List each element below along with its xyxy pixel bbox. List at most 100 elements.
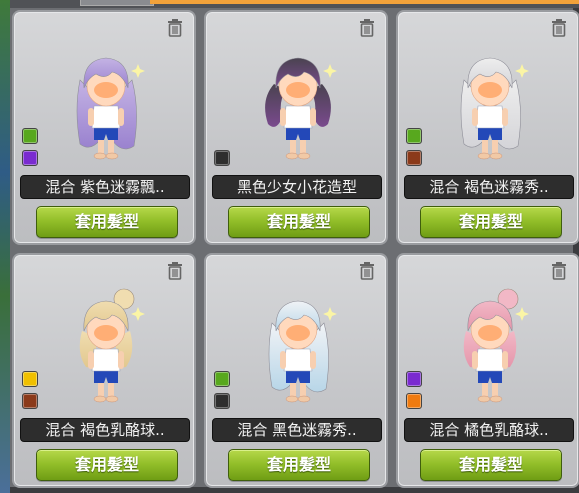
apply-hairstyle-button[interactable]: 套用髮型 (36, 206, 178, 238)
face-glow (94, 325, 118, 341)
color-swatch[interactable] (214, 393, 230, 409)
trash-icon[interactable] (550, 18, 568, 38)
apply-hairstyle-button[interactable]: 套用髮型 (36, 449, 178, 481)
leg-right (492, 383, 498, 397)
shirt (91, 105, 121, 129)
shoe-right (489, 152, 503, 160)
hair-preset-card[interactable]: 混合 紫色迷霧飄.. 套用髮型 (12, 10, 196, 245)
color-swatch[interactable] (406, 371, 422, 387)
arm-right (502, 108, 508, 126)
arm-right (310, 351, 316, 369)
trash-icon[interactable] (358, 261, 376, 281)
shoe-left (93, 395, 107, 403)
color-swatch[interactable] (406, 128, 422, 144)
apply-hairstyle-button[interactable]: 套用髮型 (420, 449, 562, 481)
shoe-right (297, 152, 311, 160)
arm-left (280, 108, 286, 126)
arm-left (88, 108, 94, 126)
character-avatar (76, 57, 145, 160)
hair-name-label: 混合 褐色迷霧秀.. (404, 175, 574, 199)
arm-right (118, 108, 124, 126)
leg-left (482, 140, 488, 154)
leg-right (300, 383, 306, 397)
color-swatch[interactable] (22, 128, 38, 144)
trash-lid (360, 21, 374, 23)
trash-handle (556, 262, 562, 264)
leg-left (290, 383, 296, 397)
color-swatch[interactable] (22, 371, 38, 387)
face-glow (286, 325, 310, 341)
hair-name-label: 混合 黑色迷霧秀.. (212, 418, 382, 442)
hair-name-label: 混合 橘色乳酪球.. (404, 418, 574, 442)
arm-left (472, 108, 478, 126)
shirt (475, 348, 505, 372)
trash-handle (364, 19, 370, 21)
trash-lid (168, 21, 182, 23)
color-swatch[interactable] (22, 393, 38, 409)
character-avatar (463, 288, 529, 403)
color-swatch[interactable] (22, 150, 38, 166)
leg-left (98, 383, 104, 397)
hair-preset-card[interactable]: 混合 褐色乳酪球.. 套用髮型 (12, 253, 196, 488)
hair-preset-card[interactable]: 混合 黑色迷霧秀.. 套用髮型 (204, 253, 388, 488)
sparkle (323, 64, 337, 78)
hair-name-label: 黑色少女小花造型 (212, 175, 382, 199)
trash-icon[interactable] (358, 18, 376, 38)
trash-icon[interactable] (166, 18, 184, 38)
trash-lid (168, 264, 182, 266)
arm-right (118, 351, 124, 369)
leg-right (492, 140, 498, 154)
leg-right (108, 383, 114, 397)
trash-lid (552, 264, 566, 266)
sparkle (131, 307, 145, 321)
apply-hairstyle-button[interactable]: 套用髮型 (420, 206, 562, 238)
trash-handle (364, 262, 370, 264)
shoe-right (297, 395, 311, 403)
arm-right (502, 351, 508, 369)
trash-handle (172, 19, 178, 21)
trash-handle (556, 19, 562, 21)
trash-lid (360, 264, 374, 266)
shoe-left (285, 152, 299, 160)
leg-left (290, 140, 296, 154)
face-glow (286, 82, 310, 98)
sparkle (323, 307, 337, 321)
apply-hairstyle-button[interactable]: 套用髮型 (228, 449, 370, 481)
sparkle (515, 307, 529, 321)
arm-right (310, 108, 316, 126)
character-avatar (460, 57, 529, 160)
leg-right (108, 140, 114, 154)
shoe-right (105, 395, 119, 403)
sparkle (515, 64, 529, 78)
trash-lid (552, 21, 566, 23)
hair-preset-card[interactable]: 黑色少女小花造型 套用髮型 (204, 10, 388, 245)
leg-left (98, 140, 104, 154)
arm-left (88, 351, 94, 369)
hair-name-label: 混合 紫色迷霧飄.. (20, 175, 190, 199)
color-swatch[interactable] (406, 393, 422, 409)
shirt (91, 348, 121, 372)
shoe-right (489, 395, 503, 403)
color-swatch[interactable] (214, 371, 230, 387)
hair-preset-card[interactable]: 混合 褐色迷霧秀.. 套用髮型 (396, 10, 579, 245)
color-swatch[interactable] (214, 150, 230, 166)
trash-handle (172, 262, 178, 264)
trash-icon[interactable] (550, 261, 568, 281)
color-swatch[interactable] (406, 150, 422, 166)
hair-preset-card[interactable]: 混合 橘色乳酪球.. 套用髮型 (396, 253, 579, 488)
arm-left (280, 351, 286, 369)
leg-left (482, 383, 488, 397)
trash-icon[interactable] (166, 261, 184, 281)
leg-right (300, 140, 306, 154)
apply-hairstyle-button[interactable]: 套用髮型 (228, 206, 370, 238)
shoe-left (477, 152, 491, 160)
shirt (283, 348, 313, 372)
face-glow (478, 82, 502, 98)
hair-name-label: 混合 褐色乳酪球.. (20, 418, 190, 442)
shoe-left (477, 395, 491, 403)
arm-left (472, 351, 478, 369)
shirt (475, 105, 505, 129)
shoe-left (93, 152, 107, 160)
character-avatar (265, 57, 337, 160)
top-tab[interactable] (80, 0, 154, 6)
